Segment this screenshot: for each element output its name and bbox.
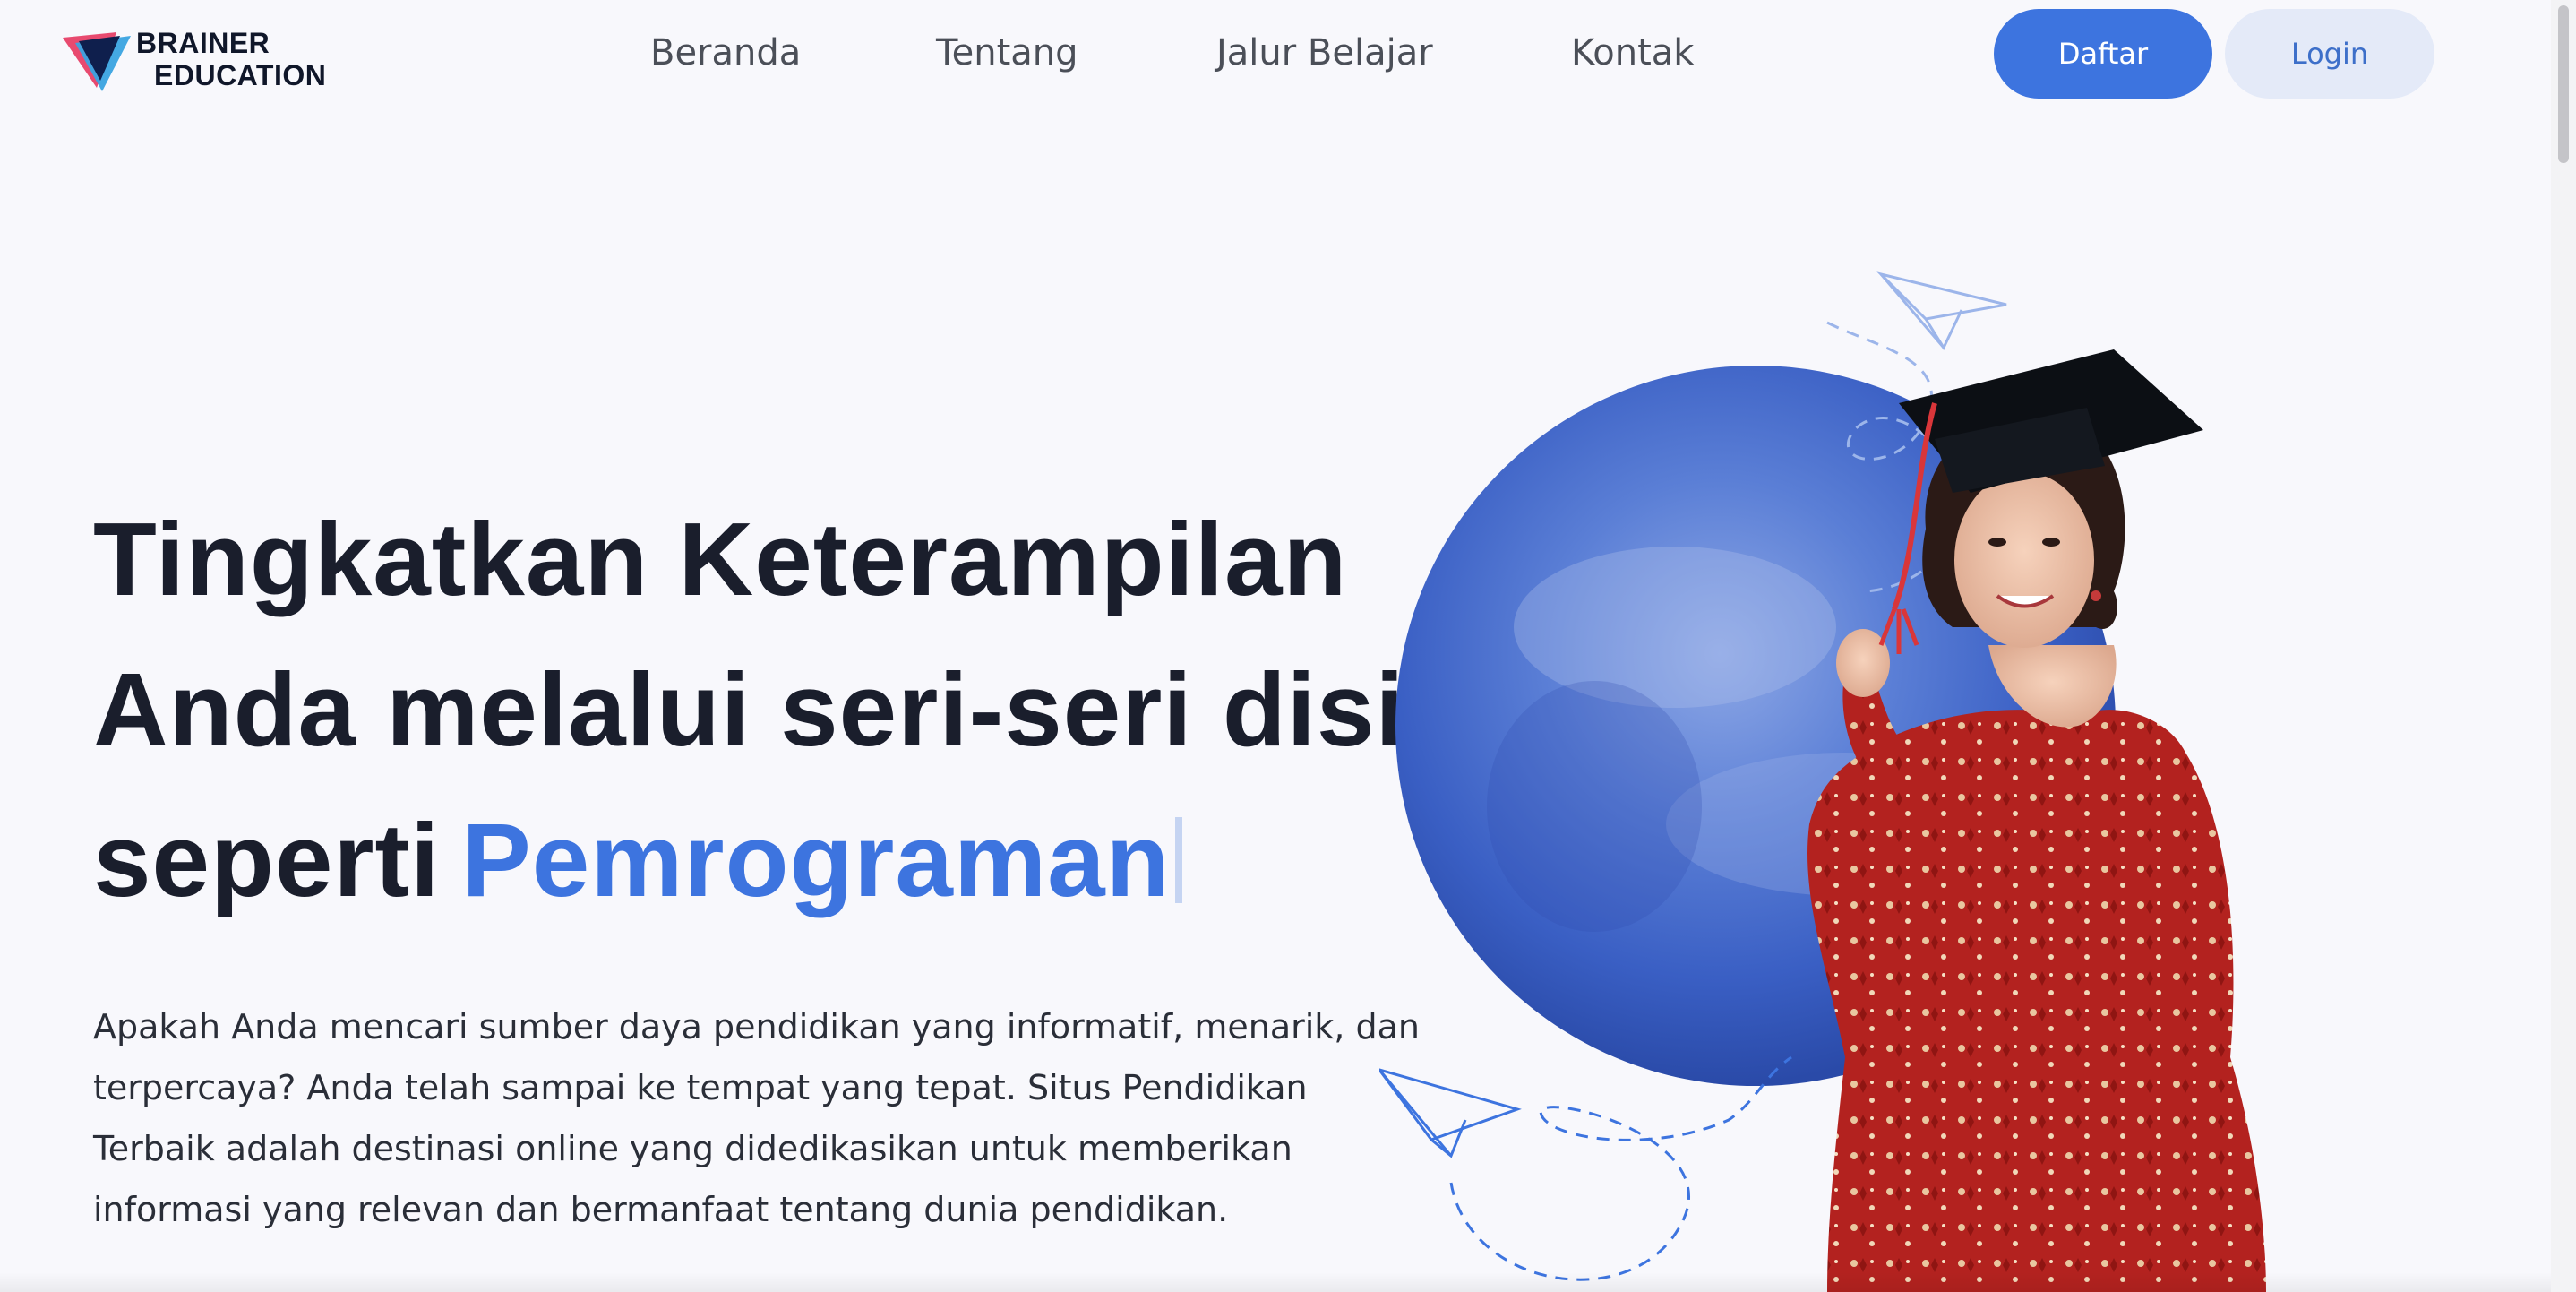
register-button[interactable]: Daftar — [1994, 9, 2212, 99]
nav-link-beranda[interactable]: Beranda — [650, 32, 801, 73]
red-kebaya-dress — [1807, 710, 2266, 1292]
nav-link-tentang[interactable]: Tentang — [936, 32, 1078, 73]
nav-link-kontak[interactable]: Kontak — [1571, 32, 1694, 73]
page-scrollbar[interactable] — [2551, 0, 2576, 1292]
hero-title-line3: seperti Pemrograman — [93, 785, 1508, 935]
site-header: BRAINER EDUCATION Beranda Tentang Jalur … — [0, 0, 2576, 116]
section-divider-shadow — [0, 1272, 2551, 1292]
hero-title: Tingkatkan Keterampilan Anda melalui ser… — [93, 484, 1508, 935]
paper-plane-icon — [1876, 271, 2007, 351]
typed-word: Pemrograman — [461, 802, 1171, 918]
brand-name: BRAINER EDUCATION — [136, 27, 326, 91]
hero-title-prefix: seperti — [93, 802, 441, 918]
paper-plane-icon — [1379, 1068, 1522, 1158]
face — [1954, 472, 2094, 648]
triangle-logo-icon — [63, 32, 131, 91]
hero-illustration — [1379, 271, 2266, 1292]
brand-name-line1: BRAINER — [136, 27, 270, 59]
hero-title-line1: Tingkatkan Keterampilan — [93, 501, 1348, 617]
dashed-trail-bottom — [1449, 1055, 1792, 1281]
nav-link-jalur-belajar[interactable]: Jalur Belajar — [1216, 32, 1433, 73]
hero-title-line2: Anda melalui seri-seri disini — [93, 651, 1499, 768]
brand-name-line2: EDUCATION — [154, 59, 327, 91]
login-button[interactable]: Login — [2225, 9, 2434, 99]
scrollbar-thumb[interactable] — [2558, 5, 2569, 163]
brand-logo[interactable]: BRAINER EDUCATION — [61, 25, 348, 97]
typing-cursor — [1175, 817, 1183, 903]
hero-description: Apakah Anda mencari sumber daya pendidik… — [93, 1007, 1420, 1229]
